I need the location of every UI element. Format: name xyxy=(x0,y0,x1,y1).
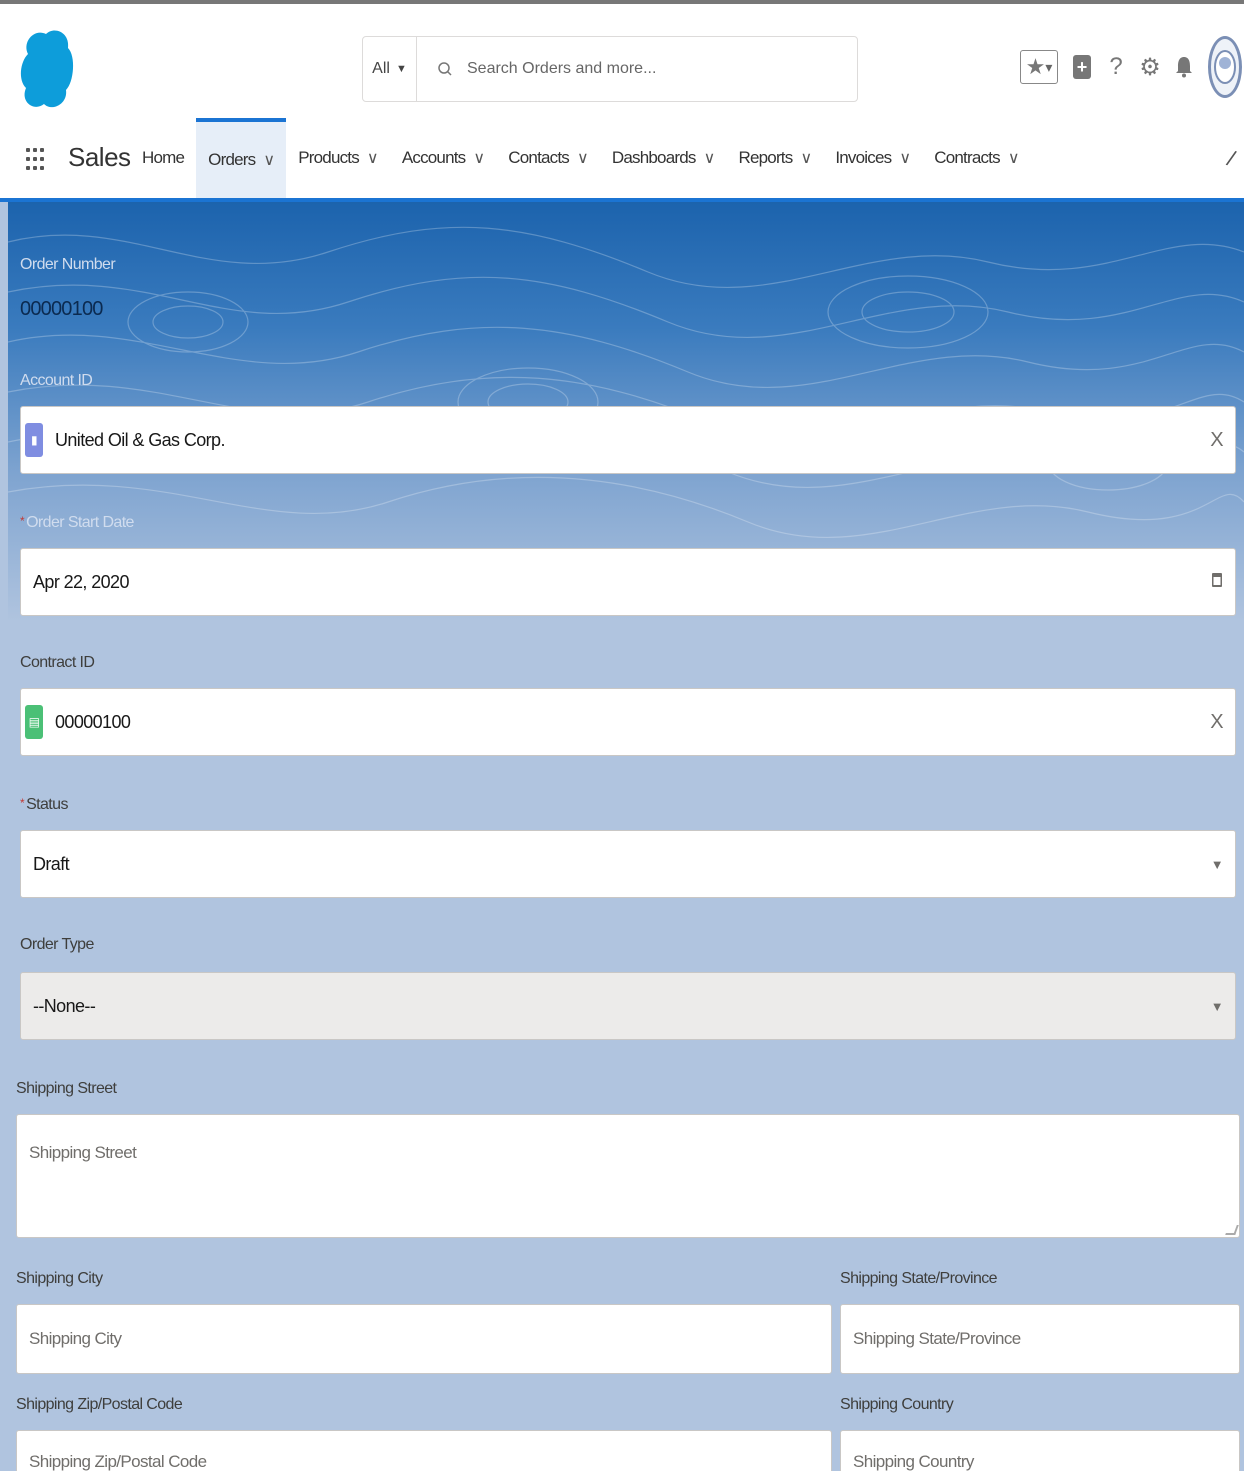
contract-id-label: Contract ID xyxy=(20,654,95,671)
clear-contract-button[interactable]: X xyxy=(1210,711,1223,734)
chevron-down-icon[interactable]: ∨ xyxy=(1008,148,1020,168)
star-icon: ★ xyxy=(1025,54,1046,79)
edit-nav-pencil-icon[interactable]: / xyxy=(1224,146,1238,173)
shipping-zip-input[interactable]: Shipping Zip/Postal Code xyxy=(16,1430,832,1471)
chevron-down-icon[interactable]: ∨ xyxy=(577,148,589,168)
search-icon xyxy=(438,62,452,76)
nav-items: Home Orders ∨ Products ∨ Accounts ∨ Cont… xyxy=(130,118,1031,198)
contract-value: 00000100 xyxy=(55,711,131,732)
help-button[interactable]: ? xyxy=(1106,53,1126,80)
status-label-text: Status xyxy=(26,796,68,813)
global-actions-button[interactable]: + xyxy=(1072,54,1092,80)
nav-item-label: Contacts xyxy=(508,148,569,167)
nav-item-contracts[interactable]: Contracts ∨ xyxy=(922,118,1030,198)
chevron-down-icon[interactable]: ∨ xyxy=(800,148,812,168)
chevron-down-icon[interactable]: ∨ xyxy=(899,148,911,168)
salesforce-logo[interactable] xyxy=(18,24,76,114)
chevron-down-icon[interactable]: ∨ xyxy=(473,148,485,168)
search-scope-select[interactable]: All ▼ xyxy=(363,37,417,101)
nav-item-label: Products xyxy=(298,148,359,167)
clear-account-button[interactable]: X xyxy=(1210,429,1223,452)
shipping-country-placeholder: Shipping Country xyxy=(853,1452,974,1471)
user-avatar[interactable] xyxy=(1208,36,1242,98)
shipping-street-placeholder: Shipping Street xyxy=(29,1143,137,1162)
order-start-date-field[interactable]: Apr 22, 2020 xyxy=(20,548,1236,616)
nav-item-label: Orders xyxy=(208,150,256,169)
account-record-icon: ▮ xyxy=(25,423,43,457)
nav-item-orders[interactable]: Orders ∨ xyxy=(196,118,287,198)
astro-avatar-icon xyxy=(1214,50,1236,84)
order-start-date-label: * Order Start Date xyxy=(20,514,134,532)
utility-icons: ★ ▾ + ? ⚙ xyxy=(1020,34,1242,100)
order-number-label: Order Number xyxy=(20,256,116,273)
nav-item-accounts[interactable]: Accounts ∨ xyxy=(390,118,496,198)
nav-item-reports[interactable]: Reports ∨ xyxy=(727,118,824,198)
order-start-date-value: Apr 22, 2020 xyxy=(33,571,129,592)
caret-down-icon: ▼ xyxy=(1210,998,1224,1014)
contract-record-icon: ▤ xyxy=(25,705,43,739)
bell-icon xyxy=(1176,57,1192,78)
contract-lookup-field[interactable]: ▤ 00000100 X xyxy=(20,688,1236,756)
caret-down-icon: ▼ xyxy=(395,63,407,75)
nav-item-home[interactable]: Home xyxy=(130,118,196,198)
account-value: United Oil & Gas Corp. xyxy=(55,429,225,450)
shipping-state-placeholder: Shipping State/Province xyxy=(853,1329,1021,1348)
question-icon: ? xyxy=(1109,53,1123,80)
order-type-select[interactable]: --None-- ▼ xyxy=(20,972,1236,1040)
chevron-down-icon[interactable]: ∨ xyxy=(367,148,379,168)
search-input[interactable] xyxy=(467,60,827,78)
app-navigation: Sales Home Orders ∨ Products ∨ Accounts … xyxy=(0,118,1244,202)
nav-item-contacts[interactable]: Contacts ∨ xyxy=(496,118,600,198)
nav-item-dashboards[interactable]: Dashboards ∨ xyxy=(600,118,727,198)
nav-item-label: Reports xyxy=(738,148,794,167)
nav-item-label: Invoices xyxy=(835,148,892,167)
cloud-logo-icon xyxy=(20,30,74,108)
chevron-down-icon[interactable]: ∨ xyxy=(263,150,275,170)
shipping-zip-placeholder: Shipping Zip/Postal Code xyxy=(29,1452,207,1471)
order-start-date-label-text: Order Start Date xyxy=(26,514,134,531)
resize-handle-icon[interactable] xyxy=(1225,1225,1239,1235)
gear-icon: ⚙ xyxy=(1139,53,1161,81)
shipping-country-input[interactable]: Shipping Country xyxy=(840,1430,1240,1471)
chevron-down-icon[interactable]: ∨ xyxy=(704,148,716,168)
account-id-label: Account ID xyxy=(20,372,93,389)
shipping-zip-label: Shipping Zip/Postal Code xyxy=(16,1396,183,1413)
account-lookup-field[interactable]: ▮ United Oil & Gas Corp. X xyxy=(20,406,1236,474)
caret-down-icon: ▼ xyxy=(1210,856,1224,872)
nav-item-label: Dashboards xyxy=(611,148,696,167)
required-indicator: * xyxy=(20,796,25,810)
favorites-button[interactable]: ★ ▾ xyxy=(1020,50,1058,84)
status-select[interactable]: Draft ▼ xyxy=(20,830,1236,898)
order-number-value: 00000100 xyxy=(20,298,103,320)
required-indicator: * xyxy=(20,514,25,528)
notifications-button[interactable] xyxy=(1174,54,1194,80)
plus-icon: + xyxy=(1073,55,1091,79)
shipping-state-label: Shipping State/Province xyxy=(840,1270,998,1287)
shipping-street-textarea[interactable]: Shipping Street xyxy=(16,1114,1240,1238)
shipping-city-label: Shipping City xyxy=(16,1270,103,1287)
shipping-country-label: Shipping Country xyxy=(840,1396,954,1413)
nav-item-label: Contracts xyxy=(934,148,1000,167)
status-label: * Status xyxy=(20,796,68,814)
shipping-city-input[interactable]: Shipping City xyxy=(16,1304,832,1374)
order-type-label: Order Type xyxy=(20,936,94,953)
shipping-street-label: Shipping Street xyxy=(16,1080,117,1097)
app-launcher-icon[interactable] xyxy=(26,134,48,184)
nav-item-label: Accounts xyxy=(401,148,466,167)
caret-down-icon: ▾ xyxy=(1045,58,1053,75)
nav-item-label: Home xyxy=(142,148,185,167)
search-scope-label: All xyxy=(372,60,390,77)
shipping-state-input[interactable]: Shipping State/Province xyxy=(840,1304,1240,1374)
status-value: Draft xyxy=(33,853,70,874)
app-name: Sales xyxy=(68,142,131,172)
nav-item-invoices[interactable]: Invoices ∨ xyxy=(823,118,922,198)
setup-button[interactable]: ⚙ xyxy=(1139,53,1161,81)
nav-item-products[interactable]: Products ∨ xyxy=(286,118,390,198)
global-header: All ▼ ★ ▾ + ? ⚙ xyxy=(0,0,1244,118)
global-search: All ▼ xyxy=(362,36,858,102)
shipping-city-placeholder: Shipping City xyxy=(29,1329,122,1348)
order-type-value: --None-- xyxy=(33,995,96,1016)
calendar-icon[interactable] xyxy=(1211,569,1223,595)
